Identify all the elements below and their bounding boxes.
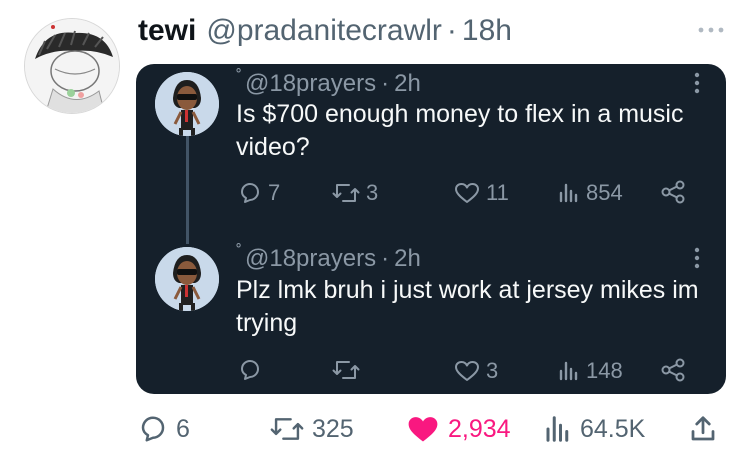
like-icon — [455, 361, 479, 381]
user-handle[interactable]: @pradanitecrawlr — [206, 14, 442, 48]
like-button[interactable]: 11 — [454, 180, 509, 206]
reply-count: 7 — [268, 180, 281, 205]
share-icon — [661, 358, 685, 382]
quoted-avatar[interactable] — [155, 247, 219, 311]
retweet-button[interactable] — [332, 358, 366, 382]
retweet-button[interactable]: 3 — [332, 180, 378, 206]
author-avatar[interactable] — [24, 18, 120, 114]
views-count: 64.5K — [580, 414, 646, 443]
retweet-icon — [332, 361, 360, 379]
reply-icon — [241, 360, 259, 380]
reply-button[interactable] — [238, 358, 268, 382]
display-name[interactable]: tewi — [138, 14, 196, 48]
quoted-post-text: Is $700 enough money to flex in a music … — [236, 100, 684, 161]
like-count: 3 — [486, 358, 499, 383]
views-icon — [559, 361, 578, 381]
like-button[interactable]: 3 — [454, 358, 498, 384]
views-button[interactable]: 64.5K — [544, 414, 645, 444]
quoted-post-text: Plz lmk bruh i just work at jersey mikes… — [236, 276, 699, 337]
views-count: 148 — [586, 358, 623, 383]
quoted-time[interactable]: 2h — [394, 70, 421, 98]
tweet-header: tewi @pradanitecrawlr · 18h — [138, 14, 512, 54]
retweet-button[interactable]: 325 — [270, 414, 354, 444]
more-icon[interactable] — [692, 70, 702, 96]
reply-icon — [141, 416, 165, 442]
quoted-handle[interactable]: @18prayers — [245, 70, 376, 98]
like-count: 2,934 — [448, 414, 511, 443]
views-icon — [559, 183, 578, 203]
views-button[interactable]: 148 — [558, 358, 623, 384]
views-button[interactable]: 854 — [558, 180, 623, 206]
share-button[interactable] — [660, 358, 686, 382]
retweet-count: 325 — [312, 414, 354, 443]
retweet-count: 3 — [366, 180, 379, 205]
views-icon — [546, 416, 569, 442]
share-button[interactable] — [688, 414, 718, 444]
share-icon — [661, 180, 685, 204]
reply-icon — [241, 183, 259, 203]
more-icon[interactable] — [692, 245, 702, 271]
separator-dot: · — [381, 70, 390, 97]
separator-dot: · — [381, 245, 390, 272]
quoted-handle[interactable]: @18prayers — [245, 245, 376, 273]
reply-button[interactable]: 6 — [138, 414, 190, 444]
quoted-post-header: ˚ @18prayers · 2h — [236, 67, 421, 98]
more-icon[interactable] — [696, 20, 726, 40]
tweet-time[interactable]: 18h — [462, 14, 512, 48]
quoted-time[interactable]: 2h — [394, 245, 421, 273]
like-count: 11 — [486, 180, 509, 205]
thread-connector — [186, 136, 189, 244]
separator-dot: · — [446, 14, 457, 47]
reply-button[interactable]: 7 — [238, 180, 280, 206]
like-button[interactable]: 2,934 — [406, 414, 511, 444]
quoted-post-header: ˚ @18prayers · 2h — [236, 242, 421, 273]
reply-count: 6 — [176, 414, 190, 443]
share-button[interactable] — [660, 180, 686, 204]
like-icon-filled — [408, 417, 438, 442]
like-icon — [455, 183, 479, 203]
retweet-icon — [270, 418, 304, 440]
sketch-avatar-image — [25, 19, 119, 113]
views-count: 854 — [586, 180, 623, 205]
quoted-thread-card[interactable]: ˚ @18prayers · 2h Is $700 enough money t… — [136, 64, 726, 394]
retweet-icon — [332, 184, 360, 202]
quoted-avatar[interactable] — [155, 72, 219, 136]
share-icon — [691, 416, 715, 441]
